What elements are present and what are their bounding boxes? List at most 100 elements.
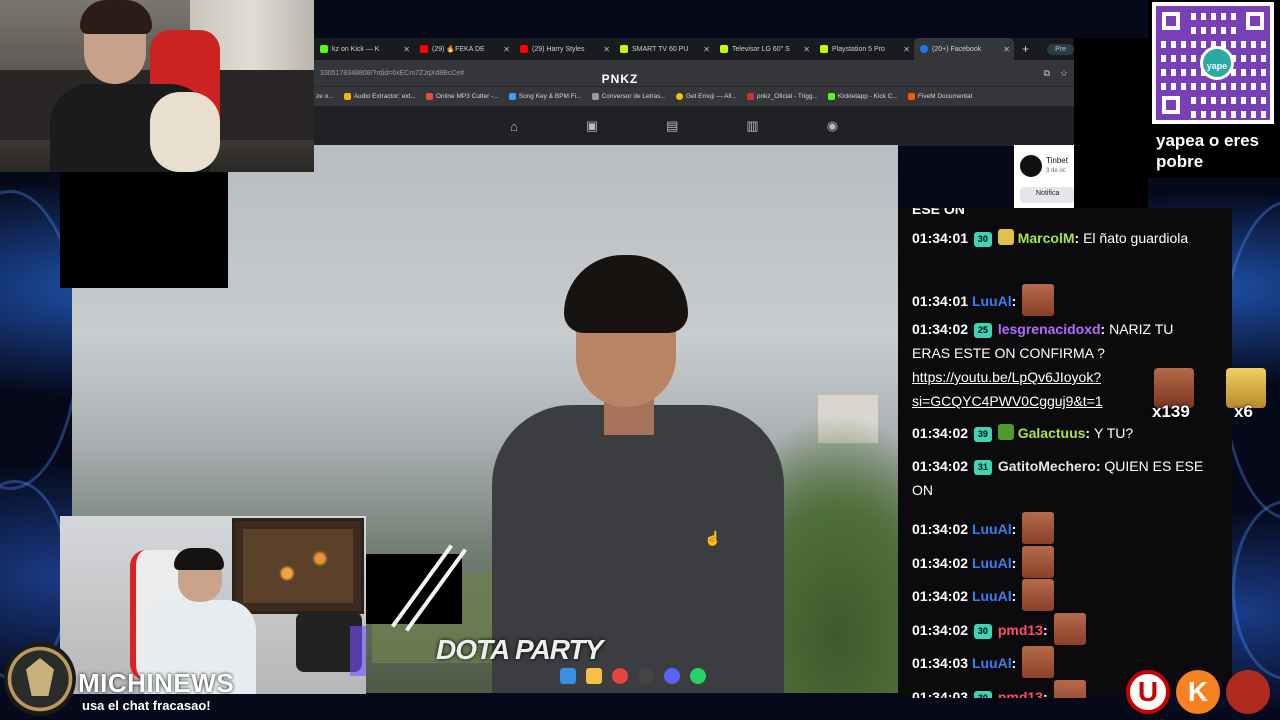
emote-icon [1053, 613, 1086, 645]
chat-link[interactable]: https://youtu.be/LpQv6JIoyok?si=GCQYC4PW… [912, 369, 1103, 409]
chat-username[interactable]: LuuAl [972, 555, 1012, 571]
close-icon[interactable]: ✕ [803, 45, 810, 54]
emote-icon [1053, 680, 1086, 698]
brand-name: MICHINEWS [78, 668, 235, 698]
address-bar[interactable]: 3305178348808/?rdid=6xECm7ZJqXd8BcCe# ⧉ ☆ [314, 60, 1074, 86]
browser-tab[interactable]: SMART TV 60 PU ✕ [614, 38, 714, 60]
chat-message: 01:34:01 30 MarcolM: El ñato guardiola [912, 229, 1189, 247]
tab-label: (20+) Facebook [932, 45, 982, 53]
close-icon[interactable]: ✕ [403, 45, 410, 54]
close-icon[interactable]: ✕ [1003, 45, 1010, 54]
browser-tab[interactable]: (29) Harry Styles ✕ [514, 38, 614, 60]
tab-label: SMART TV 60 PU [632, 45, 689, 53]
yape-qr-panel: yape yapea o eres pobre [1148, 0, 1280, 178]
new-tab-button[interactable]: + [1022, 42, 1029, 56]
store-icon[interactable]: ▥ [746, 118, 758, 134]
tab-label: Televisor LG 60" S [732, 45, 790, 53]
kick-icon: K [1176, 670, 1220, 714]
bookmark-icon [746, 93, 754, 100]
browser-window: kz on Kick — K ✕ (29) 🔥FEKA DE ✕ (29) Harr… [314, 38, 1074, 146]
facebook-post-header: Tinbet 3 de oc Notifica [1014, 145, 1076, 209]
chat-username[interactable]: pmd13 [998, 622, 1043, 638]
social-badges: U K [1126, 670, 1270, 714]
browser-tab[interactable]: Playstation 5 Pro ✕ [814, 38, 914, 60]
chat-username[interactable]: Galactuus [1018, 425, 1086, 441]
avatar[interactable] [1020, 155, 1042, 177]
whatsapp-icon[interactable] [690, 668, 706, 684]
close-icon[interactable]: ✕ [903, 45, 910, 54]
bookmark-item[interactable]: Kickletapp - Kick C... [827, 93, 898, 100]
bookmark-item[interactable]: ze o... [316, 93, 334, 100]
chat-username[interactable]: pmd13 [998, 689, 1043, 698]
home-icon[interactable]: ⌂ [510, 119, 518, 134]
bookmark-icon [591, 93, 599, 100]
chat-username[interactable]: LuuAl [972, 293, 1012, 309]
obs-icon[interactable] [638, 668, 654, 684]
emote-icon [1022, 512, 1055, 544]
store-icon [620, 45, 628, 53]
bookmark-icon [343, 93, 351, 100]
youtube-icon [420, 45, 428, 53]
brand-tagline: usa el chat fracasao! [82, 698, 211, 713]
tab-label: (29) Harry Styles [532, 45, 585, 53]
facebook-nav: ⌂ ▣ ▤ ▥ ◉ [314, 106, 1074, 146]
dota-party-watermark: DOTA PARTY [436, 634, 603, 665]
chat-message: 01:34:02 LuuAl: [912, 546, 1212, 578]
bookmark-item[interactable]: Audio Extractor: ext... [343, 93, 416, 100]
overlay-black-panel [366, 554, 462, 624]
chrome-icon[interactable] [612, 668, 628, 684]
chat-message: 01:34:02 LuuAl: [912, 579, 1212, 611]
bookmark-item[interactable]: FiveM Documentat [907, 93, 972, 100]
close-icon[interactable]: ✕ [603, 45, 610, 54]
bookmark-item[interactable]: Online MP3 Cutter -... [425, 93, 499, 100]
overlay-black-panel [60, 172, 228, 288]
pnkz-logo: PNKZ [601, 72, 639, 86]
bookmark-item[interactable]: Song Key & BPM Fi... [508, 93, 582, 100]
video-icon[interactable]: ▣ [586, 118, 598, 134]
video-person [482, 255, 792, 693]
facebook-icon [920, 45, 928, 53]
browser-tab[interactable]: kz on Kick — K ✕ [314, 38, 414, 60]
browser-tab[interactable]: (29) 🔥FEKA DE ✕ [414, 38, 514, 60]
emote-icon [1022, 646, 1055, 678]
close-icon[interactable]: ✕ [703, 45, 710, 54]
close-icon[interactable]: ✕ [503, 45, 510, 54]
emote-combo-count: x139 [1152, 402, 1190, 421]
chat-username[interactable]: LuuAl [972, 588, 1012, 604]
bookmark-star-icon[interactable]: ☆ [1060, 68, 1068, 79]
chat-username[interactable]: LuuAl [972, 655, 1012, 671]
bookmarks-bar: ze o... Audio Extractor: ext... Online M… [314, 86, 1074, 106]
chat-username[interactable]: lesgrenacidoxd [998, 321, 1101, 337]
notifications-button[interactable]: Notifica [1020, 187, 1074, 203]
chat-username[interactable]: GatitoMechero [998, 458, 1096, 474]
page-name[interactable]: Tinbet [1046, 156, 1068, 165]
bookmark-item[interactable]: pnkz_Oficial - Trigg... [746, 93, 818, 100]
windows-start-icon[interactable] [560, 668, 576, 684]
yape-logo: yape [1200, 46, 1234, 80]
marketplace-icon[interactable]: ▤ [666, 118, 678, 134]
file-explorer-icon[interactable] [586, 668, 602, 684]
url-text[interactable]: 3305178348808/?rdid=6xECm7ZJqXd8BcCe# [320, 70, 464, 77]
discord-icon[interactable] [664, 668, 680, 684]
wolf-logo-icon [4, 642, 76, 716]
chat-message: 01:34:02 31 GatitoMechero: QUIEN ES ESE … [912, 458, 1204, 498]
background-swirl [1232, 500, 1280, 680]
install-icon[interactable]: ⧉ [1043, 68, 1049, 79]
bookmark-icon [675, 93, 683, 100]
post-date: 3 de oc [1046, 168, 1066, 174]
tab-bar: kz on Kick — K ✕ (29) 🔥FEKA DE ✕ (29) Harr… [314, 38, 1074, 60]
michinews-brand: MICHINEWS usa el chat fracasao! [4, 640, 254, 720]
browser-tab[interactable]: Televisor LG 60" S ✕ [714, 38, 814, 60]
chat-message-cut: ESE ON [912, 208, 965, 217]
chat-username[interactable]: MarcolM [1018, 230, 1075, 246]
bookmark-item[interactable]: Conversor de Letras... [591, 93, 666, 100]
profile-button[interactable]: Pre [1047, 43, 1074, 55]
stream-overlay: kz on Kick — K ✕ (29) 🔥FEKA DE ✕ (29) Harr… [0, 0, 1280, 720]
emote-icon [1022, 579, 1055, 611]
bookmark-item[interactable]: Get Emoji — All... [675, 93, 737, 100]
browser-tab-active[interactable]: (20+) Facebook ✕ [914, 38, 1014, 60]
groups-icon[interactable]: ◉ [827, 118, 838, 134]
chat-username[interactable]: LuuAl [972, 521, 1012, 537]
mouse-cursor: ☝ [704, 530, 722, 546]
tab-label: Playstation 5 Pro [832, 45, 885, 53]
